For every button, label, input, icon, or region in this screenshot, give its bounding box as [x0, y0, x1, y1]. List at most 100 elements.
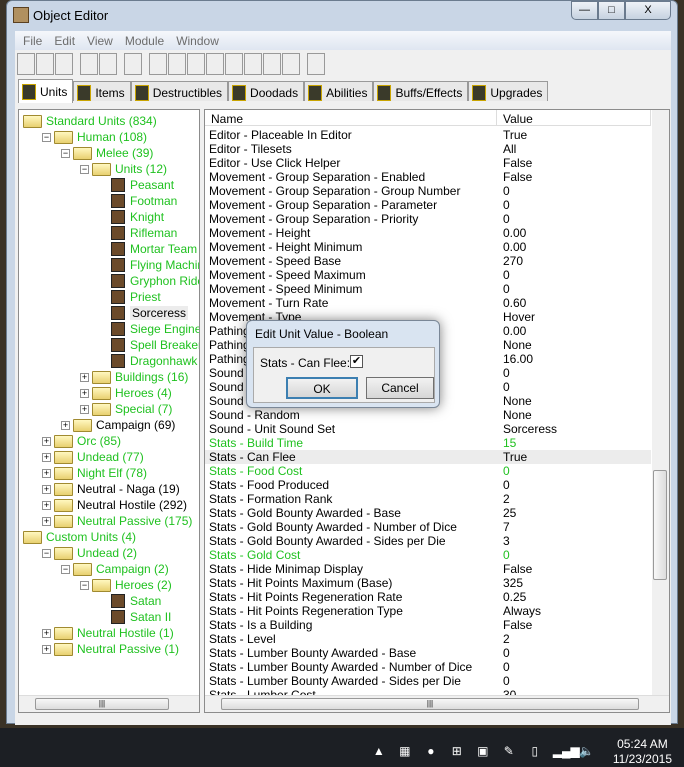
- table-row[interactable]: Movement - Turn Rate 0.60: [205, 296, 651, 310]
- tree-unit-item[interactable]: Flying Machine: [99, 257, 199, 273]
- tree-folder[interactable]: + Campaign (69): [61, 417, 175, 433]
- tree-folder[interactable]: + Neutral Hostile (292): [42, 497, 187, 513]
- table-horizontal-scrollbar[interactable]: |||: [205, 695, 669, 712]
- collapse-icon[interactable]: −: [80, 580, 89, 590]
- column-header-value[interactable]: Value: [497, 110, 651, 126]
- skype-icon[interactable]: ●: [423, 744, 439, 760]
- tree-folder[interactable]: + Special (7): [80, 401, 172, 417]
- expand-icon[interactable]: +: [42, 516, 51, 526]
- table-row[interactable]: Stats - Lumber Bounty Awarded - Number o…: [205, 660, 651, 674]
- menu-file[interactable]: File: [17, 31, 48, 50]
- feather-icon[interactable]: ✎: [501, 744, 517, 760]
- table-row[interactable]: Stats - Build Time 15: [205, 436, 651, 450]
- menu-edit[interactable]: Edit: [48, 31, 81, 50]
- text-icon[interactable]: [168, 53, 186, 75]
- collapse-icon[interactable]: −: [42, 548, 51, 558]
- table-row[interactable]: Stats - Hit Points Regeneration Type Alwa…: [205, 604, 651, 618]
- tree-unit-item[interactable]: Rifleman: [99, 225, 177, 241]
- table-vertical-scrollbar[interactable]: [652, 110, 669, 695]
- maximize-button[interactable]: □: [598, 1, 625, 20]
- table-row[interactable]: Stats - Hide Minimap Display False: [205, 562, 651, 576]
- unit-tree[interactable]: ||| Standard Units (834) − Human (108) − Mel…: [18, 109, 200, 713]
- tree-folder[interactable]: − Units (12): [80, 161, 167, 177]
- table-row[interactable]: Stats - Food Produced 0: [205, 478, 651, 492]
- table-row[interactable]: Stats - Can Flee True: [205, 450, 651, 464]
- windows-icon[interactable]: ⊞: [449, 744, 465, 760]
- tree-unit-item[interactable]: Priest: [99, 289, 161, 305]
- table-row[interactable]: Editor - Use Click Helper False: [205, 156, 651, 170]
- clock[interactable]: 05:24 AM 11/23/2015: [613, 737, 672, 767]
- tree-folder[interactable]: + Neutral Hostile (1): [42, 625, 174, 641]
- expand-icon[interactable]: +: [42, 484, 51, 494]
- expand-icon[interactable]: +: [42, 452, 51, 462]
- tab-buffs-effects[interactable]: Buffs/Effects: [373, 81, 469, 101]
- table-row[interactable]: Stats - Lumber Bounty Awarded - Sides pe…: [205, 674, 651, 688]
- collapse-icon[interactable]: −: [61, 148, 70, 158]
- menu-window[interactable]: Window: [170, 31, 225, 50]
- tree-unit-item[interactable]: Spell Breaker: [99, 337, 199, 353]
- tree-unit-item[interactable]: Knight: [99, 209, 164, 225]
- table-row[interactable]: Stats - Gold Cost 0: [205, 548, 651, 562]
- expand-icon[interactable]: +: [42, 436, 51, 446]
- tree-folder[interactable]: Custom Units (4): [23, 529, 136, 545]
- expand-icon[interactable]: +: [42, 644, 51, 654]
- table-row[interactable]: Movement - Speed Maximum 0: [205, 268, 651, 282]
- new-icon[interactable]: [17, 53, 35, 75]
- collapse-icon[interactable]: −: [42, 132, 51, 142]
- expand-icon[interactable]: +: [42, 500, 51, 510]
- table-row[interactable]: Editor - Placeable In Editor True: [205, 128, 651, 142]
- menu-module[interactable]: Module: [119, 31, 170, 50]
- tree-folder[interactable]: Standard Units (834): [23, 113, 157, 129]
- table-row[interactable]: Stats - Hit Points Maximum (Base) 325: [205, 576, 651, 590]
- tree-folder[interactable]: + Orc (85): [42, 433, 121, 449]
- can-flee-checkbox[interactable]: ✔: [350, 355, 363, 368]
- table-row[interactable]: Movement - Speed Minimum 0: [205, 282, 651, 296]
- tree-horizontal-scrollbar[interactable]: |||: [19, 695, 199, 712]
- volume-icon[interactable]: 🔈: [579, 744, 595, 760]
- tree-unit-item[interactable]: Peasant: [99, 177, 174, 193]
- expand-icon[interactable]: +: [42, 628, 51, 638]
- tree-folder[interactable]: + Neutral - Naga (19): [42, 481, 180, 497]
- terrain-icon[interactable]: [149, 53, 167, 75]
- tree-unit-item[interactable]: Dragonhawk Rider: [99, 353, 199, 369]
- power-icon[interactable]: ▯: [527, 744, 543, 760]
- tree-unit-item[interactable]: Gryphon Rider: [99, 273, 199, 289]
- table-row[interactable]: Movement - Group Separation - Priority 0: [205, 212, 651, 226]
- checklist-icon[interactable]: [307, 53, 325, 75]
- tree-unit-item[interactable]: Satan II: [99, 609, 171, 625]
- save-icon[interactable]: [55, 53, 73, 75]
- table-row[interactable]: Stats - Formation Rank 2: [205, 492, 651, 506]
- expand-icon[interactable]: +: [80, 388, 89, 398]
- ok-button[interactable]: OK: [286, 377, 358, 399]
- table-row[interactable]: Sound - Random None: [205, 408, 651, 422]
- menu-view[interactable]: View: [81, 31, 119, 50]
- expand-icon[interactable]: +: [42, 468, 51, 478]
- close-button[interactable]: X: [625, 1, 671, 20]
- table-row[interactable]: Stats - Gold Bounty Awarded - Base 25: [205, 506, 651, 520]
- table-row[interactable]: Movement - Speed Base 270: [205, 254, 651, 268]
- table-row[interactable]: Movement - Group Separation - Group Numb…: [205, 184, 651, 198]
- table-row[interactable]: Stats - Gold Bounty Awarded - Number of …: [205, 520, 651, 534]
- tree-folder[interactable]: − Melee (39): [61, 145, 153, 161]
- table-row[interactable]: Editor - Tilesets All: [205, 142, 651, 156]
- table-row[interactable]: Movement - Height Minimum 0.00: [205, 240, 651, 254]
- tree-unit-item[interactable]: Mortar Team: [99, 241, 197, 257]
- table-row[interactable]: Stats - Gold Bounty Awarded - Sides per …: [205, 534, 651, 548]
- item-icon[interactable]: [225, 53, 243, 75]
- title-bar[interactable]: Object Editor — □ X: [7, 1, 677, 29]
- tree-folder[interactable]: − Undead (2): [42, 545, 137, 561]
- tree-unit-item[interactable]: Sorceress: [99, 305, 189, 321]
- tree-folder[interactable]: + Neutral Passive (175): [42, 513, 192, 529]
- tree-folder[interactable]: + Buildings (16): [80, 369, 188, 385]
- table-row[interactable]: Stats - Level 2: [205, 632, 651, 646]
- signal-icon[interactable]: ▂▄▆: [553, 744, 580, 760]
- unit-editor-icon[interactable]: [206, 53, 224, 75]
- avg-icon[interactable]: ▣: [475, 744, 491, 760]
- import-icon[interactable]: [282, 53, 300, 75]
- scroll-thumb[interactable]: [653, 470, 667, 580]
- collapse-icon[interactable]: −: [80, 164, 89, 174]
- open-icon[interactable]: [36, 53, 54, 75]
- paste-icon[interactable]: [99, 53, 117, 75]
- tab-destructibles[interactable]: Destructibles: [130, 81, 229, 101]
- tree-folder[interactable]: + Heroes (4): [80, 385, 172, 401]
